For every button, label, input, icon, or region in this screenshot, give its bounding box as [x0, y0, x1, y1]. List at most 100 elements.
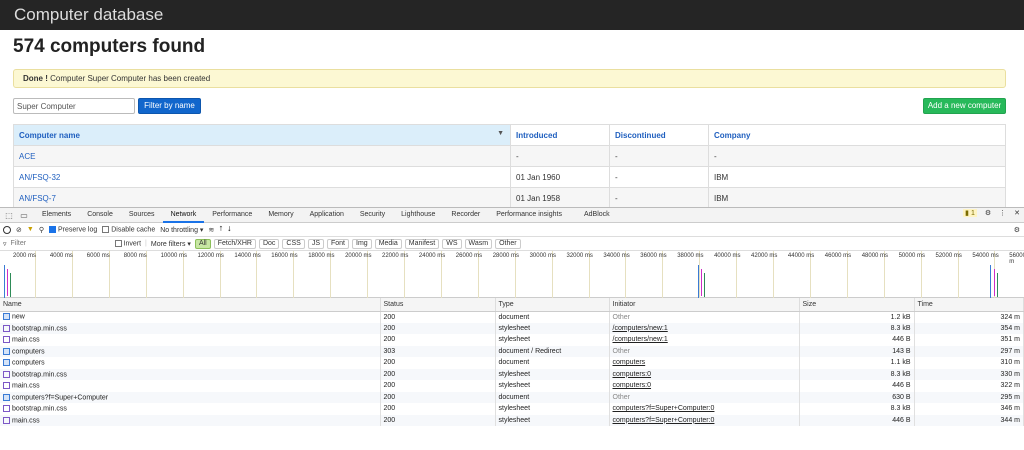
timeline-tick-label: 42000 ms [751, 253, 778, 259]
request-initiator[interactable]: computers?f=Super+Computer:0 [609, 403, 800, 415]
request-row[interactable]: computers?f=Super+Computer 200 document Oth… [0, 391, 1024, 403]
request-initiator[interactable]: /computers/new:1 [609, 322, 800, 334]
type-filter-img[interactable]: Img [352, 238, 372, 249]
column-header-discontinued[interactable]: Discontinued [609, 124, 709, 146]
search-icon[interactable]: ⚲ [39, 226, 44, 234]
stylesheet-file-icon [3, 416, 10, 424]
request-name[interactable]: computers [0, 357, 381, 369]
request-row[interactable]: bootstrap.min.css 200 stylesheet/computers… [0, 322, 1024, 334]
request-type: stylesheet [495, 322, 610, 334]
type-filter-all[interactable]: All [194, 238, 211, 249]
close-icon[interactable]: ✕ [1014, 209, 1020, 217]
type-filter-wasm[interactable]: Wasm [464, 238, 493, 249]
request-name[interactable]: computers?f=Super+Computer [0, 391, 381, 403]
tab-recorder[interactable]: Recorder [443, 208, 488, 223]
alert-strong: Done ! [23, 74, 48, 83]
tab-console[interactable]: Console [79, 208, 121, 223]
row-name-link[interactable]: ACE [13, 145, 511, 167]
request-name[interactable]: main.css [0, 414, 381, 426]
grid-column-initiator[interactable]: Initiator [609, 298, 800, 312]
tab-performance[interactable]: Performance [204, 208, 260, 223]
timeline-tick-label: 38000 ms [677, 253, 704, 259]
request-time: 297 m [914, 345, 1024, 357]
request-name[interactable]: computers [0, 345, 381, 357]
filter-funnel-icon[interactable]: ▼ [27, 226, 34, 233]
request-row[interactable]: computers 303 document / Redirect Other 143 … [0, 345, 1024, 357]
preserve-log-checkbox[interactable]: Preserve log [48, 225, 97, 233]
request-name[interactable]: main.css [0, 380, 381, 392]
tab-elements[interactable]: Elements [34, 208, 79, 223]
timeline-request-mark [701, 269, 702, 296]
request-name[interactable]: bootstrap.min.css [0, 322, 381, 334]
grid-column-name[interactable]: Name [0, 298, 381, 312]
tab-adblock[interactable]: AdBlock [576, 208, 618, 223]
throttling-select[interactable]: No throttling ▾ [160, 226, 203, 234]
request-initiator[interactable]: /computers/new:1 [609, 334, 800, 346]
request-row[interactable]: bootstrap.min.css 200 stylesheet computers?… [0, 403, 1024, 415]
type-filter-manifest[interactable]: Manifest [404, 238, 440, 249]
type-filter-media[interactable]: Media [374, 238, 402, 249]
row-name-link[interactable]: AN/FSQ-7 [13, 187, 511, 209]
request-row[interactable]: computers 200 document computers 1.1 kB 310 m [0, 357, 1024, 369]
export-har-icon[interactable]: ⭣ [228, 226, 231, 234]
request-status: 200 [380, 357, 496, 369]
request-name[interactable]: new [0, 311, 381, 323]
timeline-tick-label: 52000 ms [935, 253, 962, 259]
row-name-link[interactable]: AN/FSQ-32 [13, 166, 511, 188]
row-company: IBM [708, 187, 1006, 209]
disable-cache-checkbox[interactable]: Disable cache [102, 225, 155, 233]
tab-security[interactable]: Security [352, 208, 393, 223]
brand-title[interactable]: Computer database [14, 5, 163, 25]
add-computer-button[interactable]: Add a new computer [923, 98, 1006, 114]
request-row[interactable]: main.css 200 stylesheet computers:0 446 B 322… [0, 380, 1024, 392]
type-filter-doc[interactable]: Doc [258, 238, 280, 249]
grid-column-status[interactable]: Status [380, 298, 496, 312]
network-filter-input[interactable]: Filter [11, 240, 111, 247]
request-initiator[interactable]: computers?f=Super+Computer:0 [609, 414, 800, 426]
issues-badge[interactable]: ▮ 1 [963, 209, 977, 217]
network-settings-gear-icon[interactable]: ⚙ [1014, 226, 1020, 234]
tab-lighthouse[interactable]: Lighthouse [393, 208, 443, 223]
request-name[interactable]: bootstrap.min.css [0, 368, 381, 380]
request-initiator[interactable]: computers:0 [609, 380, 800, 392]
grid-column-size[interactable]: Size [799, 298, 915, 312]
column-header-company[interactable]: Company [708, 124, 1006, 146]
device-toolbar-icon[interactable]: ▭ [18, 209, 30, 221]
tab-performance-insights[interactable]: Performance insights [488, 208, 570, 223]
network-conditions-icon[interactable]: ≋ [208, 226, 214, 234]
tab-network[interactable]: Network [162, 208, 205, 223]
settings-gear-icon[interactable]: ⚙ [985, 209, 991, 217]
column-header-introduced[interactable]: Introduced [510, 124, 610, 146]
request-row[interactable]: main.css 200 stylesheet computers?f=Super+C… [0, 414, 1024, 426]
import-har-icon[interactable]: ⭡ [219, 226, 222, 234]
request-row[interactable]: new 200 document Other 1.2 kB 324 m [0, 311, 1024, 323]
tab-application[interactable]: Application [302, 208, 352, 223]
type-filter-font[interactable]: Font [327, 238, 350, 249]
invert-checkbox[interactable]: Invert [114, 239, 141, 247]
type-filter-css[interactable]: CSS [282, 238, 305, 249]
request-name[interactable]: bootstrap.min.css [0, 403, 381, 415]
request-name[interactable]: main.css [0, 334, 381, 346]
tab-memory[interactable]: Memory [260, 208, 301, 223]
record-icon[interactable] [3, 225, 11, 234]
more-vertical-icon[interactable]: ⋮ [999, 209, 1006, 217]
inspect-icon[interactable]: ⬚ [3, 209, 15, 221]
type-filter-js[interactable]: JS [307, 238, 324, 249]
search-input[interactable] [13, 98, 135, 114]
column-header-name[interactable]: Computer name ▼ [13, 124, 511, 146]
more-filters-dropdown[interactable]: More filters ▾ [151, 240, 191, 248]
filter-button[interactable]: Filter by name [138, 98, 201, 114]
timeline-tick-label: 20000 ms [345, 253, 372, 259]
request-initiator[interactable]: computers:0 [609, 368, 800, 380]
request-row[interactable]: bootstrap.min.css 200 stylesheet computers:… [0, 368, 1024, 380]
tab-sources[interactable]: Sources [121, 208, 163, 223]
type-filter-other[interactable]: Other [495, 238, 521, 249]
clear-icon[interactable]: ⊘ [16, 226, 22, 234]
type-filter-fetchxhr[interactable]: Fetch/XHR [213, 238, 256, 249]
grid-column-type[interactable]: Type [495, 298, 610, 312]
request-initiator[interactable]: computers [609, 357, 800, 369]
type-filter-ws[interactable]: WS [442, 238, 462, 249]
request-row[interactable]: main.css 200 stylesheet/computers/new:1 446… [0, 334, 1024, 346]
stylesheet-file-icon [3, 382, 10, 390]
grid-column-time[interactable]: Time [914, 298, 1024, 312]
